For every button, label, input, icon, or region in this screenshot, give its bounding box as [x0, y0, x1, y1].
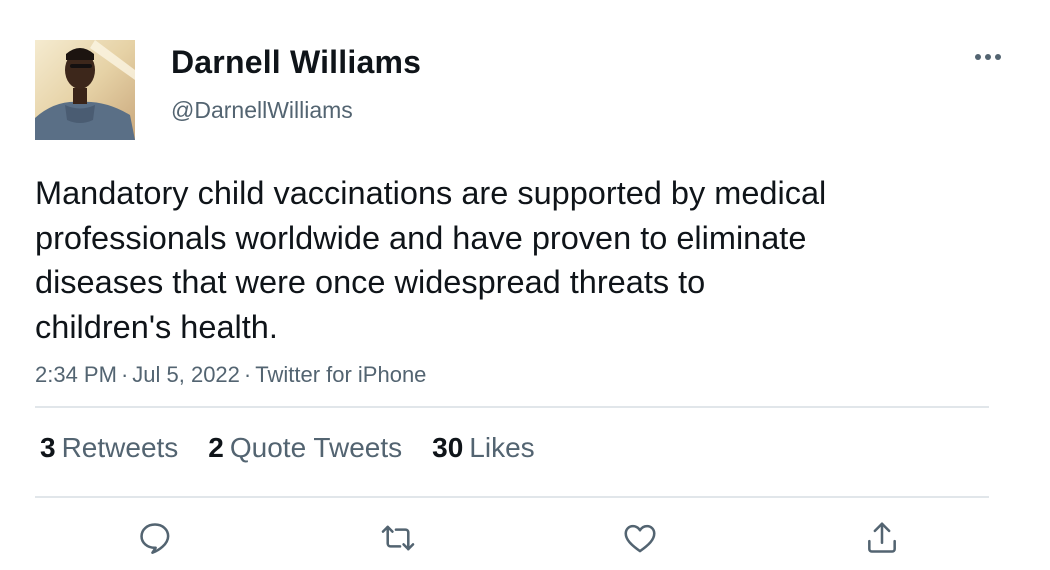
quote-tweets-stat[interactable]: 2 Quote Tweets [208, 432, 402, 464]
user-handle[interactable]: @DarnellWilliams [171, 97, 353, 124]
retweets-stat[interactable]: 3 Retweets [40, 432, 178, 464]
likes-stat[interactable]: 30 Likes [432, 432, 535, 464]
tweet-stats: 3 Retweets 2 Quote Tweets 30 Likes [40, 432, 565, 464]
like-button[interactable] [620, 518, 660, 558]
more-icon [975, 54, 1001, 60]
tweet-source[interactable]: Twitter for iPhone [255, 362, 426, 387]
avatar-photo [35, 40, 135, 140]
tweet-date[interactable]: Jul 5, 2022 [132, 362, 240, 387]
retweet-button[interactable] [378, 518, 418, 558]
divider [35, 496, 989, 498]
retweet-icon [381, 525, 415, 551]
tweet-time[interactable]: 2:34 PM [35, 362, 117, 387]
reply-button[interactable] [135, 518, 175, 558]
divider [35, 406, 989, 408]
likes-count: 30 [432, 432, 464, 463]
reply-icon [140, 523, 170, 554]
likes-label: Likes [469, 432, 535, 463]
share-icon [868, 522, 896, 553]
tweet-meta: 2:34 PM · Jul 5, 2022 · Twitter for iPhone [35, 362, 426, 388]
retweets-label: Retweets [61, 432, 179, 463]
retweets-count: 3 [40, 432, 56, 463]
tweet-text: Mandatory child vaccinations are support… [35, 175, 827, 345]
like-icon [624, 524, 656, 553]
meta-separator: · [120, 362, 129, 387]
quote-tweets-count: 2 [208, 432, 224, 463]
more-options-button[interactable] [968, 46, 1008, 68]
share-button[interactable] [862, 518, 902, 558]
display-name[interactable]: Darnell Williams [171, 44, 421, 81]
quote-tweets-label: Quote Tweets [229, 432, 403, 463]
avatar[interactable] [35, 40, 135, 140]
meta-separator: · [243, 362, 252, 387]
